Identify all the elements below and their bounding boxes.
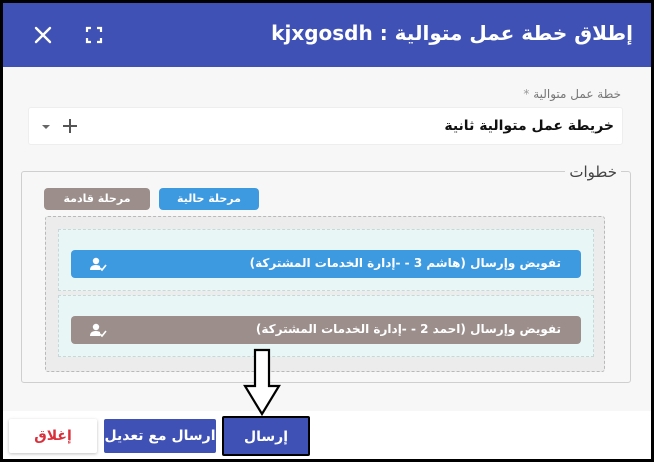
- steps-legend: خطوات: [565, 163, 621, 181]
- workflow-select-value: خريطة عمل متوالية ثانية: [444, 118, 614, 134]
- close-icon[interactable]: [31, 23, 55, 47]
- send-with-edit-button[interactable]: ارسال مع تعديل: [104, 419, 216, 453]
- step-label: تفويض وإرسال (هاشم 3 - -إدارة الخدمات ال…: [249, 256, 561, 270]
- dialog-content: خطة عمل متوالية * خريطة عمل متوالية ثاني…: [3, 67, 651, 411]
- current-stage-chip: مرحلة حالية: [159, 188, 259, 210]
- step-label: تفويض وإرسال (احمد 2 - -إدارة الخدمات ال…: [255, 322, 561, 336]
- send-button[interactable]: إرسال: [222, 416, 310, 456]
- down-arrow-annotation: [243, 348, 281, 417]
- step-row-2: تفويض وإرسال (احمد 2 - -إدارة الخدمات ال…: [58, 295, 594, 357]
- plus-icon[interactable]: [61, 116, 79, 136]
- upcoming-stage-chip: مرحلة قادمة: [44, 188, 150, 210]
- steps-container: تفويض وإرسال (هاشم 3 - -إدارة الخدمات ال…: [45, 216, 605, 372]
- workflow-select[interactable]: خريطة عمل متوالية ثانية: [28, 107, 623, 145]
- step-item-upcoming[interactable]: تفويض وإرسال (احمد 2 - -إدارة الخدمات ال…: [71, 316, 581, 344]
- step-item-current[interactable]: تفويض وإرسال (هاشم 3 - -إدارة الخدمات ال…: [71, 250, 581, 278]
- user-check-icon: [89, 322, 107, 338]
- dialog-title: إطلاق خطة عمل متوالية : kjxgosdh: [271, 21, 633, 45]
- fullscreen-icon[interactable]: [82, 23, 106, 47]
- workflow-field-label-text: خطة عمل متوالية: [533, 87, 621, 101]
- chevron-down-icon[interactable]: [39, 118, 53, 136]
- dialog-header: إطلاق خطة عمل متوالية : kjxgosdh: [3, 3, 651, 67]
- dialog-footer: إغلاق ارسال مع تعديل إرسال: [3, 411, 651, 459]
- launch-workflow-dialog: إطلاق خطة عمل متوالية : kjxgosdh خطة عمل…: [3, 3, 651, 459]
- required-mark: *: [523, 87, 530, 101]
- close-button[interactable]: إغلاق: [9, 419, 97, 453]
- workflow-field-label: خطة عمل متوالية *: [520, 87, 621, 101]
- step-row-1: تفويض وإرسال (هاشم 3 - -إدارة الخدمات ال…: [58, 229, 594, 291]
- user-check-icon: [89, 256, 107, 272]
